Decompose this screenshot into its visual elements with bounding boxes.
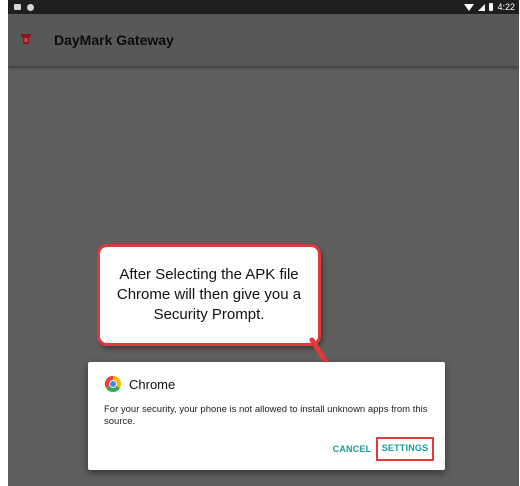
settings-button[interactable]: SETTINGS (376, 437, 434, 461)
dialog-title: Chrome (129, 376, 176, 392)
notification-icon (14, 4, 21, 10)
status-bar: 4:22 (8, 0, 519, 14)
sync-icon (27, 3, 34, 11)
chrome-icon (104, 375, 122, 393)
daymark-logo-icon (21, 34, 31, 44)
app-bar: DayMark Gateway (8, 14, 519, 66)
install-blocked-dialog: Chrome For your security, your phone is … (88, 362, 445, 470)
battery-icon (489, 3, 494, 11)
dialog-header: Chrome (104, 375, 175, 393)
signal-icon (478, 3, 486, 11)
callout-text: After Selecting the APK file Chrome will… (116, 266, 302, 323)
wifi-icon (464, 3, 475, 11)
dialog-message: For your security, your phone is not all… (104, 404, 428, 427)
instruction-callout: After Selecting the APK file Chrome will… (97, 244, 321, 346)
status-left-icons (14, 0, 34, 14)
app-title: DayMark Gateway (54, 32, 174, 48)
cancel-button[interactable]: CANCEL (332, 438, 372, 460)
status-time: 4:22 (497, 2, 515, 12)
status-right-icons: 4:22 (464, 0, 515, 14)
